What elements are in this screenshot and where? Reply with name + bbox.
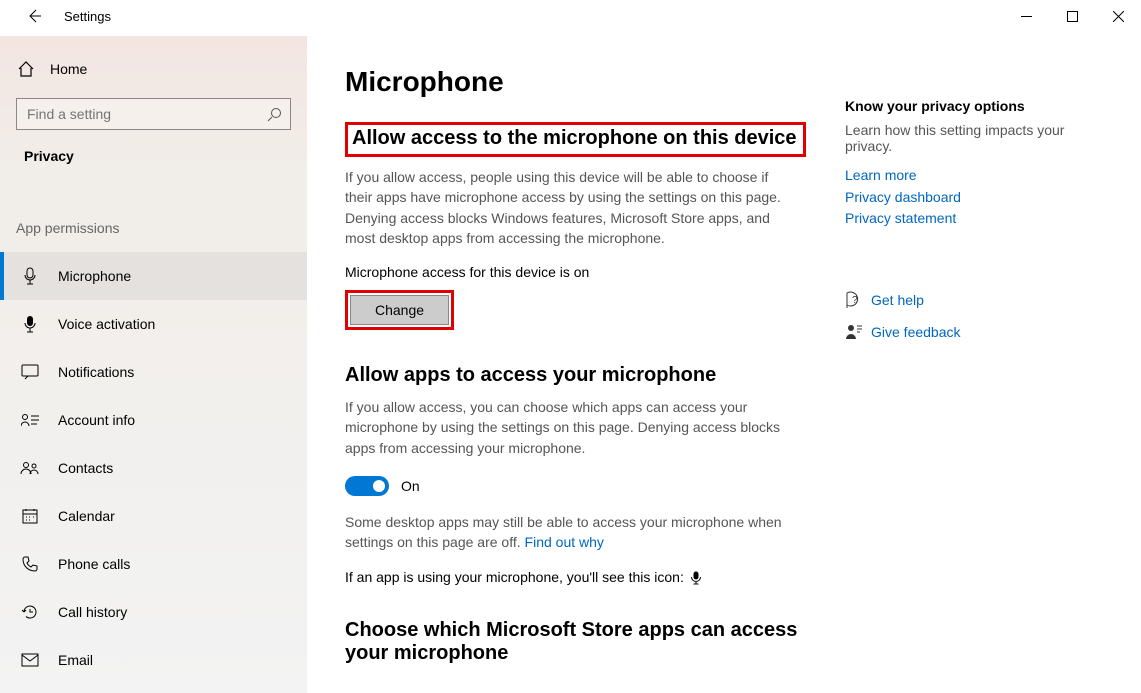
page-title: Microphone <box>345 66 825 98</box>
sidebar: Home Privacy App permissions Microphone … <box>0 36 307 693</box>
sidebar-item-calendar[interactable]: Calendar <box>0 492 307 540</box>
email-icon <box>20 653 40 667</box>
sidebar-item-label: Call history <box>58 604 127 620</box>
privacy-statement-link[interactable]: Privacy statement <box>845 209 1107 229</box>
section-heading: Privacy <box>0 148 307 186</box>
highlight-box: Change <box>345 290 454 330</box>
privacy-dashboard-link[interactable]: Privacy dashboard <box>845 188 1107 208</box>
search-input[interactable] <box>16 98 291 130</box>
section-heading: Choose which Microsoft Store apps can ac… <box>345 619 825 665</box>
find-out-why-link[interactable]: Find out why <box>525 534 604 550</box>
search-icon <box>267 107 282 122</box>
sidebar-item-phone-calls[interactable]: Phone calls <box>0 540 307 588</box>
apps-access-toggle[interactable] <box>345 476 389 496</box>
microphone-indicator-icon <box>690 571 702 585</box>
feedback-icon <box>845 323 871 341</box>
back-button[interactable] <box>20 8 48 24</box>
close-button[interactable] <box>1095 0 1141 32</box>
notifications-icon <box>20 364 40 380</box>
home-icon <box>16 60 36 78</box>
minimize-button[interactable] <box>1003 0 1049 32</box>
sidebar-item-label: Microphone <box>58 268 131 284</box>
learn-more-link[interactable]: Learn more <box>845 166 1107 186</box>
calendar-icon <box>20 508 40 524</box>
phone-calls-icon <box>20 556 40 572</box>
toggle-label: On <box>401 478 420 494</box>
help-label: Get help <box>871 292 924 308</box>
aside: Know your privacy options Learn how this… <box>825 56 1107 693</box>
help-icon: ? <box>845 291 871 309</box>
change-button[interactable]: Change <box>350 295 449 325</box>
microphone-icon <box>20 267 40 285</box>
section-description: If you allow access, people using this d… <box>345 167 785 248</box>
highlight-box: Allow access to the microphone on this d… <box>345 122 806 157</box>
sidebar-item-email[interactable]: Email <box>0 636 307 684</box>
sidebar-item-call-history[interactable]: Call history <box>0 588 307 636</box>
feedback-label: Give feedback <box>871 324 961 340</box>
sidebar-item-label: Contacts <box>58 460 113 476</box>
sidebar-item-microphone[interactable]: Microphone <box>0 252 307 300</box>
call-history-icon <box>20 604 40 620</box>
sidebar-item-label: Calendar <box>58 508 115 524</box>
section-heading: Allow apps to access your microphone <box>345 364 825 387</box>
sidebar-item-contacts[interactable]: Contacts <box>0 444 307 492</box>
section-heading: Allow access to the microphone on this d… <box>352 127 797 150</box>
svg-text:?: ? <box>852 295 858 306</box>
maximize-button[interactable] <box>1049 0 1095 32</box>
sidebar-item-label: Notifications <box>58 364 134 380</box>
home-label: Home <box>50 61 87 77</box>
sidebar-item-notifications[interactable]: Notifications <box>0 348 307 396</box>
titlebar: Settings <box>0 0 1141 36</box>
sidebar-item-label: Email <box>58 652 93 668</box>
give-feedback-link[interactable]: Give feedback <box>845 323 1107 341</box>
usage-indicator-line: If an app is using your microphone, you'… <box>345 569 825 585</box>
section-description: If you allow access, you can choose whic… <box>345 397 785 458</box>
aside-description: Learn how this setting impacts your priv… <box>845 122 1107 154</box>
contacts-icon <box>20 461 40 475</box>
app-title: Settings <box>64 9 111 24</box>
sidebar-item-voice-activation[interactable]: Voice activation <box>0 300 307 348</box>
voice-activation-icon <box>20 315 40 333</box>
sidebar-item-label: Phone calls <box>58 556 130 572</box>
main-content: Microphone Allow access to the microphon… <box>345 56 825 693</box>
access-status: Microphone access for this device is on <box>345 264 825 280</box>
sidebar-item-label: Account info <box>58 412 135 428</box>
search-field[interactable] <box>25 105 256 123</box>
aside-title: Know your privacy options <box>845 98 1107 114</box>
sidebar-item-label: Voice activation <box>58 316 155 332</box>
desktop-apps-note: Some desktop apps may still be able to a… <box>345 512 785 553</box>
sidebar-item-account-info[interactable]: Account info <box>0 396 307 444</box>
account-info-icon <box>20 413 40 427</box>
home-button[interactable]: Home <box>0 52 307 86</box>
group-label: App permissions <box>0 220 307 252</box>
get-help-link[interactable]: ? Get help <box>845 291 1107 309</box>
